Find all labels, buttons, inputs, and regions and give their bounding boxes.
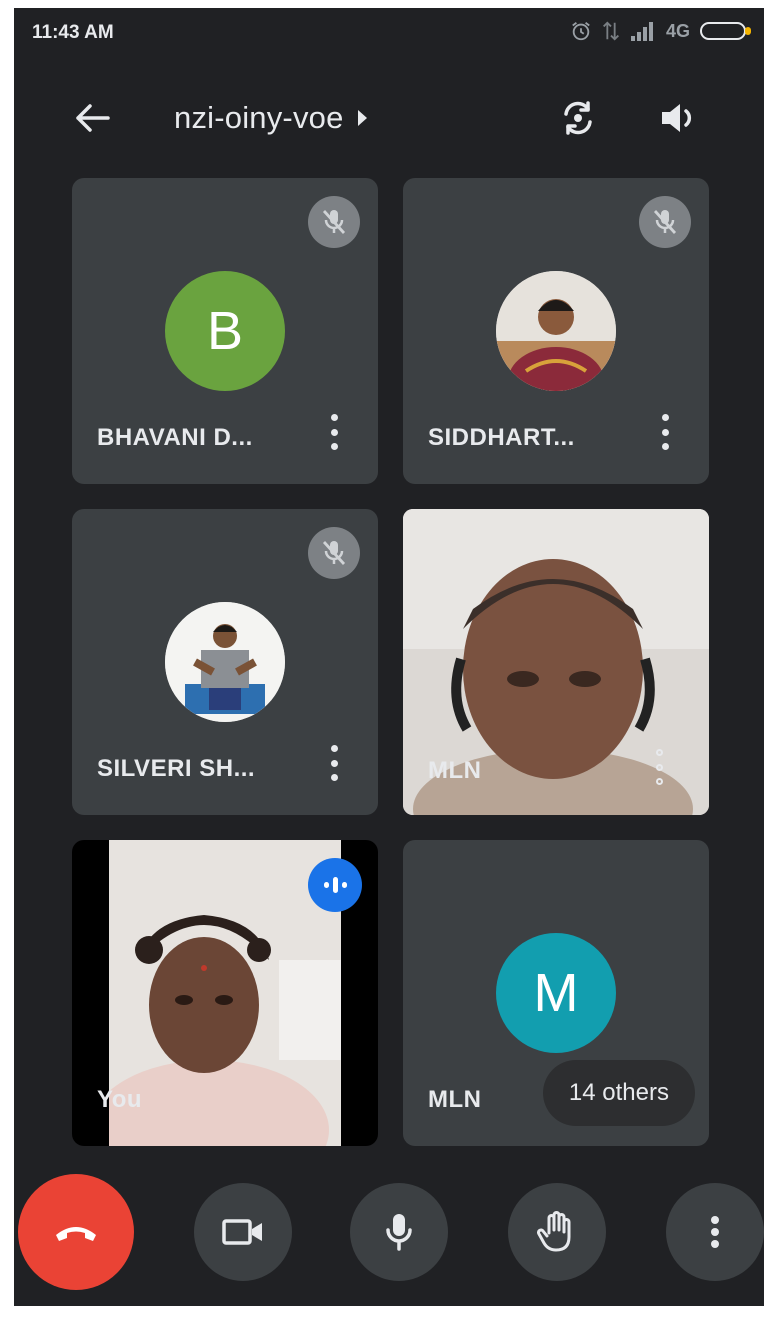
participant-tile[interactable]: B BHAVANI D...	[72, 178, 378, 484]
end-call-icon	[56, 1227, 96, 1241]
speaking-indicator	[308, 858, 362, 912]
participant-name: BHAVANI D...	[97, 424, 253, 451]
muted-badge	[639, 196, 691, 248]
mic-off-icon	[322, 541, 346, 565]
alarm-icon	[572, 22, 590, 41]
participant-name: MLN	[428, 757, 482, 784]
mic-off-icon	[653, 210, 677, 234]
raise-hand-icon	[537, 1211, 571, 1252]
muted-badge	[308, 196, 360, 248]
mic-off-icon	[322, 210, 346, 234]
self-video	[109, 840, 341, 1146]
participant-video-tile[interactable]: MLN	[403, 509, 709, 815]
others-count-button[interactable]: 14 others	[542, 1060, 695, 1126]
speaker-icon	[662, 104, 692, 132]
status-time: 11:43 AM	[32, 22, 114, 43]
person-photo-icon	[496, 271, 616, 391]
battery-icon	[700, 22, 751, 40]
speaker-button[interactable]	[654, 94, 702, 142]
more-vert-icon[interactable]	[653, 749, 665, 785]
network-label: 4G	[665, 20, 690, 41]
back-button[interactable]	[70, 96, 114, 140]
end-call-button[interactable]	[18, 1174, 134, 1290]
muted-badge	[308, 527, 360, 579]
microphone-button[interactable]	[350, 1183, 448, 1281]
self-video-tile[interactable]: You	[72, 840, 378, 1146]
participant-tile[interactable]: M MLN 14 others	[403, 840, 709, 1146]
meeting-title-button[interactable]: nzi-oiny-voe	[174, 100, 367, 136]
avatar: M	[496, 933, 616, 1053]
participant-name: MLN	[428, 1086, 482, 1113]
more-options-icon	[711, 1216, 719, 1248]
caret-right-icon	[357, 110, 367, 126]
camera-icon	[222, 1219, 262, 1245]
microphone-icon	[386, 1214, 412, 1251]
camera-button[interactable]	[194, 1183, 292, 1281]
more-options-button[interactable]	[666, 1183, 764, 1281]
participant-tile[interactable]: SILVERI SH...	[72, 509, 378, 815]
meet-screen: 11:43 AM 4G nzi-oiny-voe B BHAVANI D... …	[14, 8, 764, 1306]
meeting-code: nzi-oiny-voe	[174, 100, 344, 135]
avatar: B	[165, 271, 285, 391]
switch-camera-button[interactable]	[554, 94, 602, 142]
back-arrow-icon	[76, 104, 110, 132]
participant-name: SIDDHART...	[428, 424, 575, 451]
signal-icon	[630, 22, 653, 41]
switch-camera-icon	[564, 101, 592, 135]
more-vert-icon[interactable]	[328, 414, 340, 450]
participant-tile[interactable]: SIDDHART...	[403, 178, 709, 484]
avatar-photo	[496, 271, 616, 391]
person-photo-icon	[165, 602, 285, 722]
data-transfer-icon	[603, 21, 619, 41]
participant-name: You	[97, 1086, 143, 1113]
raise-hand-button[interactable]	[508, 1183, 606, 1281]
self-video-frame	[109, 840, 341, 1146]
participant-name: SILVERI SH...	[97, 755, 256, 782]
more-vert-icon[interactable]	[328, 745, 340, 781]
status-icons: 4G	[570, 20, 751, 42]
more-vert-icon[interactable]	[659, 414, 671, 450]
avatar-photo	[165, 602, 285, 722]
